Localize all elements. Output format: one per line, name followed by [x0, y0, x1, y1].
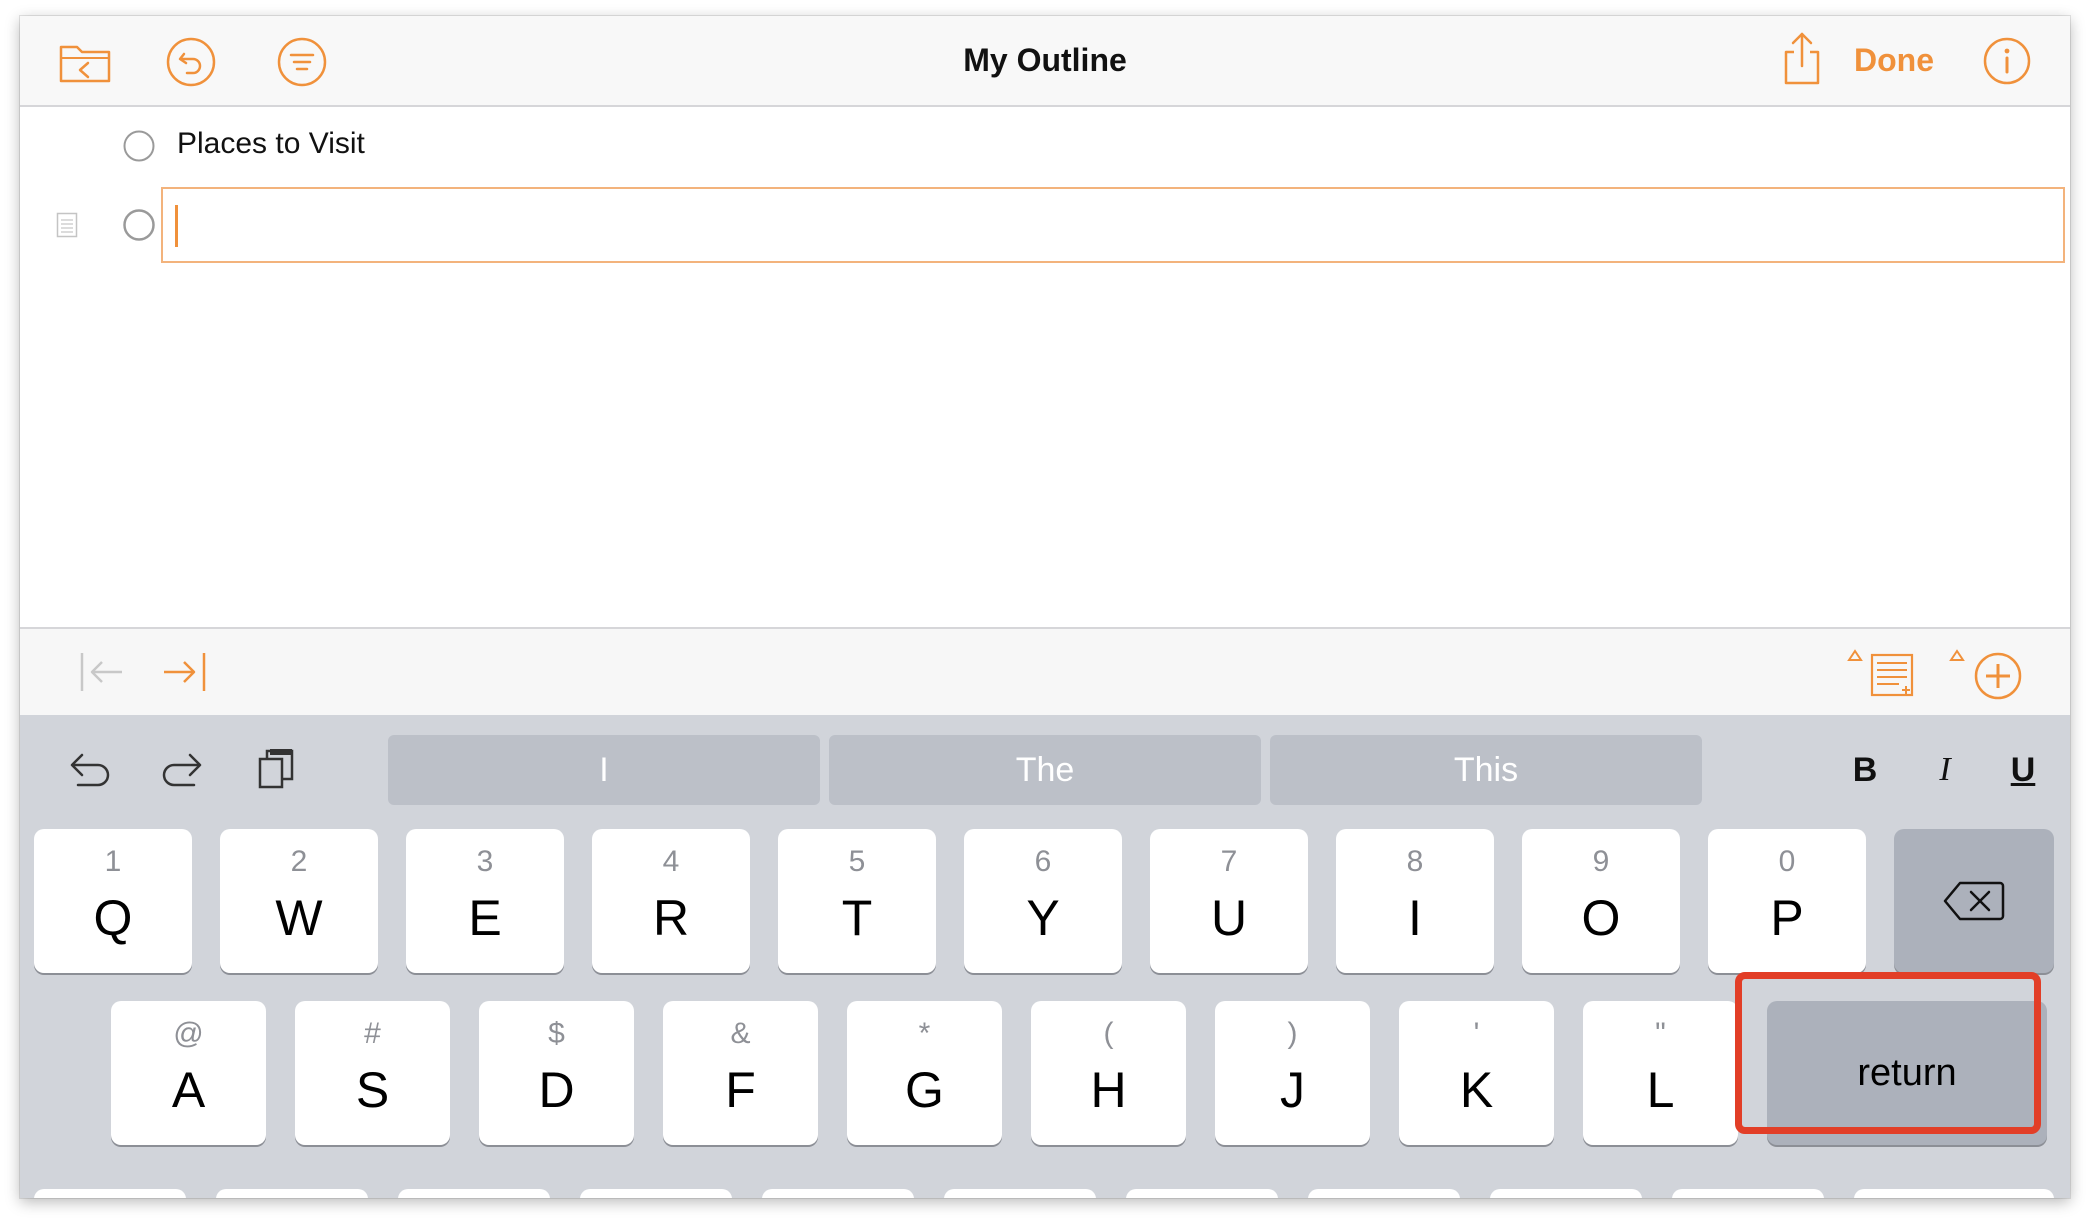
key-label: Y	[1026, 890, 1060, 946]
key-g[interactable]: * G	[847, 1001, 1002, 1145]
suggestion-2[interactable]: The	[829, 735, 1261, 805]
key-label: J	[1280, 1062, 1305, 1118]
key-j[interactable]: ) J	[1215, 1001, 1370, 1145]
key-hint: @	[173, 1017, 204, 1050]
key-hint: 7	[1220, 845, 1238, 878]
key-label: I	[1408, 890, 1422, 946]
key-w[interactable]: 2W	[220, 829, 378, 973]
editing-toolbar	[20, 627, 2070, 717]
key-label: K	[1459, 1062, 1494, 1118]
key-hint: '	[1473, 1017, 1480, 1050]
key-hint: (	[1103, 1017, 1114, 1050]
undo-circle-icon[interactable]	[165, 36, 217, 88]
key-c[interactable]	[580, 1189, 732, 1198]
italic-button[interactable]: I	[1925, 735, 1965, 805]
key-hint: #	[364, 1017, 381, 1050]
keyboard-redo-icon[interactable]	[158, 749, 204, 789]
add-note-icon[interactable]	[1844, 645, 1920, 701]
done-button[interactable]: Done	[1854, 16, 1934, 105]
key-y[interactable]: 6Y	[964, 829, 1122, 973]
outline-row-text[interactable]: Places to Visit	[177, 126, 365, 162]
outdent-icon[interactable]	[78, 649, 128, 695]
delete-key[interactable]	[1894, 829, 2054, 973]
key-label: W	[275, 890, 323, 946]
paste-icon[interactable]	[256, 745, 298, 791]
key-z[interactable]	[216, 1189, 368, 1198]
key-comma[interactable]	[1490, 1189, 1642, 1198]
key-label: R	[652, 890, 690, 946]
backspace-icon	[1943, 881, 2005, 921]
key-label: T	[841, 890, 873, 946]
key-q[interactable]: 1Q	[34, 829, 192, 973]
key-label: H	[1090, 1062, 1127, 1118]
key-h[interactable]: (H	[1031, 1001, 1186, 1145]
key-label: L	[1646, 1062, 1675, 1118]
key-hint: 0	[1778, 845, 1796, 878]
key-p[interactable]: 0P	[1708, 829, 1866, 973]
key-hint: 3	[476, 845, 494, 878]
note-icon[interactable]	[56, 212, 78, 238]
outline-row-edit-field[interactable]	[161, 187, 2065, 263]
key-hint: 6	[1034, 845, 1052, 878]
key-n[interactable]	[1126, 1189, 1278, 1198]
key-m[interactable]	[1308, 1189, 1460, 1198]
indent-icon[interactable]	[160, 649, 210, 695]
key-d[interactable]: $ D	[479, 1001, 634, 1145]
key-x[interactable]	[398, 1189, 550, 1198]
key-hint: 8	[1406, 845, 1424, 878]
key-hint: )	[1287, 1017, 1298, 1050]
add-row-icon[interactable]	[1946, 645, 2026, 701]
key-k[interactable]: ' K	[1399, 1001, 1554, 1145]
return-key-highlight	[1735, 972, 2041, 1134]
navigation-bar: My Outline Done	[20, 16, 2070, 107]
row-status-circle-icon[interactable]	[122, 208, 156, 242]
key-shift-right[interactable]	[1854, 1189, 2054, 1198]
key-label: S	[355, 1062, 390, 1118]
suggestion-3[interactable]: This	[1270, 735, 1702, 805]
key-hint: 1	[104, 845, 122, 878]
key-o[interactable]: 9O	[1522, 829, 1680, 973]
key-i[interactable]: 8I	[1336, 829, 1494, 973]
text-caret	[175, 205, 178, 247]
key-e[interactable]: 3E	[406, 829, 564, 973]
suggestion-1[interactable]: I	[388, 735, 820, 805]
key-shift[interactable]	[34, 1189, 186, 1198]
key-v[interactable]	[762, 1189, 914, 1198]
key-s[interactable]: # S	[295, 1001, 450, 1145]
keyboard-undo-icon[interactable]	[68, 749, 114, 789]
key-period[interactable]	[1672, 1189, 1824, 1198]
key-r[interactable]: 4R	[592, 829, 750, 973]
key-label: E	[468, 890, 502, 946]
key-t[interactable]: 5T	[778, 829, 936, 973]
key-label: U	[1210, 890, 1248, 946]
key-label: D	[538, 1062, 575, 1118]
key-l[interactable]: " L	[1583, 1001, 1738, 1145]
bold-button[interactable]: B	[1845, 735, 1885, 805]
key-hint: 2	[290, 845, 308, 878]
key-label: F	[725, 1062, 756, 1118]
row-status-circle-icon[interactable]	[122, 129, 156, 163]
folder-back-icon[interactable]	[58, 38, 112, 84]
underline-button[interactable]: U	[2003, 735, 2043, 805]
key-hint: 9	[1592, 845, 1610, 878]
key-label: Q	[93, 890, 133, 946]
key-label: P	[1770, 890, 1804, 946]
key-hint: $	[548, 1017, 565, 1050]
key-hint: "	[1655, 1017, 1666, 1050]
key-label: A	[171, 1062, 206, 1118]
key-hint: *	[918, 1017, 931, 1050]
key-a[interactable]: @ A	[111, 1001, 266, 1145]
key-f[interactable]: & F	[663, 1001, 818, 1145]
key-label: O	[1581, 890, 1621, 946]
key-label: G	[905, 1062, 944, 1118]
key-hint: &	[730, 1017, 751, 1050]
share-icon[interactable]	[1780, 30, 1824, 86]
key-b[interactable]	[944, 1189, 1096, 1198]
key-hint: 4	[662, 845, 680, 878]
filter-icon[interactable]	[276, 36, 328, 88]
info-icon[interactable]	[1982, 36, 2032, 86]
key-u[interactable]: 7U	[1150, 829, 1308, 973]
key-hint: 5	[848, 845, 866, 878]
